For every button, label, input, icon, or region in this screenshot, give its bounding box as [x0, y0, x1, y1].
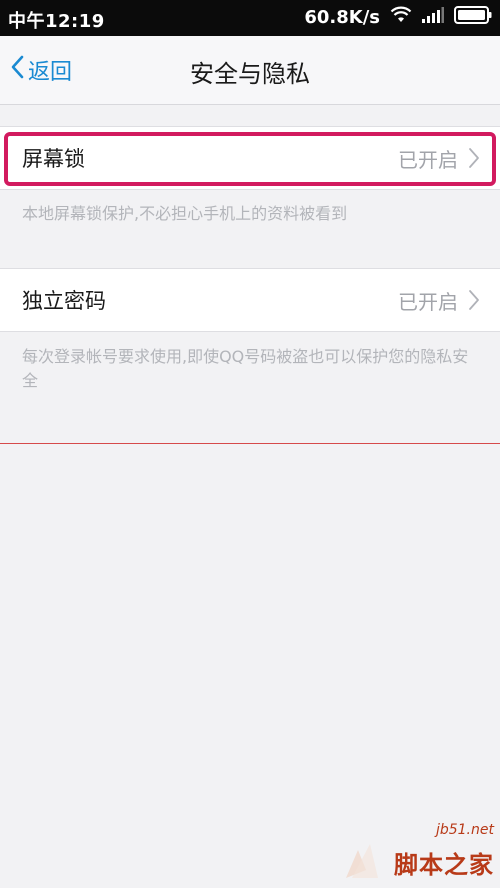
chevron-right-icon — [468, 147, 480, 173]
battery-icon — [454, 6, 492, 29]
setting-label: 屏幕锁 — [22, 147, 85, 171]
setting-hint: 每次登录帐号要求使用,即使QQ号码被盗也可以保护您的隐私安全 — [22, 347, 469, 390]
signal-icon — [422, 7, 444, 28]
setting-row-screen-lock[interactable]: 屏幕锁 已开启 — [0, 126, 500, 190]
setting-status: 已开启 — [398, 148, 458, 172]
page-title: 安全与隐私 — [190, 60, 310, 88]
wifi-icon — [390, 6, 412, 29]
setting-row-independent-password[interactable]: 独立密码 已开启 — [0, 268, 500, 332]
status-indicators: 60.8K/s — [304, 6, 492, 29]
setting-hint: 本地屏幕锁保护,不必担心手机上的资料被看到 — [22, 204, 348, 223]
watermark-site: jb51.net — [435, 822, 494, 838]
setting-status: 已开启 — [398, 290, 458, 314]
watermark: jb51.net 脚本之家 — [344, 822, 494, 880]
network-speed: 60.8K/s — [304, 7, 380, 28]
divider — [0, 443, 500, 444]
watermark-decor-icon — [346, 844, 378, 878]
status-bar: 中午12:19 60.8K/s — [0, 0, 500, 36]
watermark-brand: 脚本之家 — [394, 851, 494, 879]
status-time: 中午12:19 — [8, 11, 105, 32]
setting-label: 独立密码 — [22, 289, 106, 313]
nav-bar: 返回 安全与隐私 — [0, 36, 500, 105]
chevron-right-icon — [468, 289, 480, 315]
